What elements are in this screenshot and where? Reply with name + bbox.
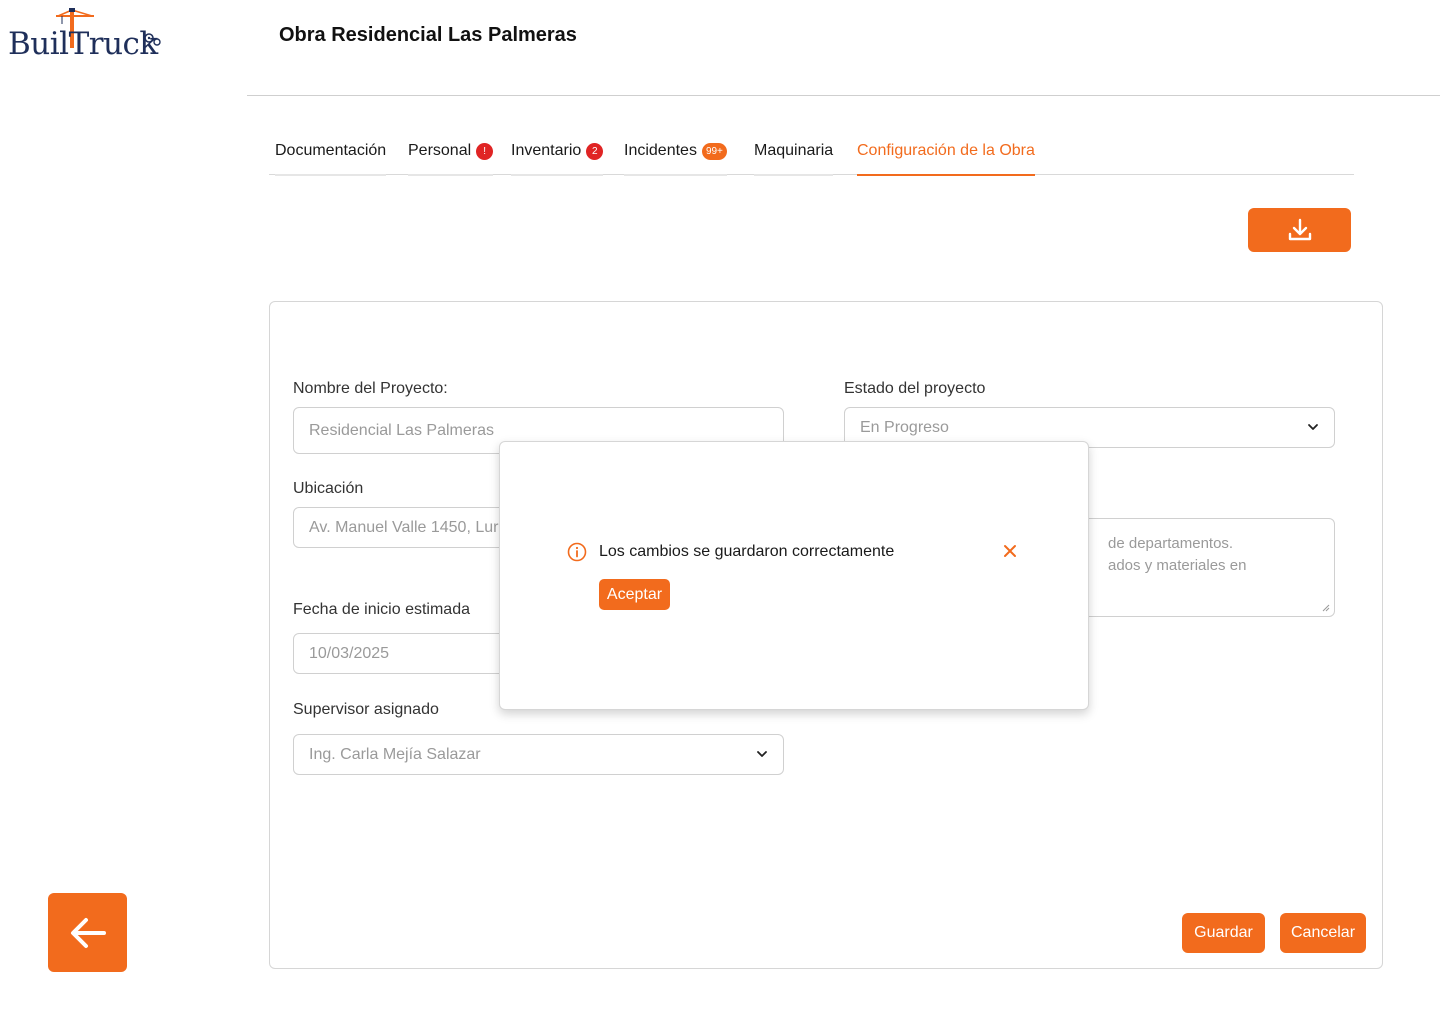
accept-button[interactable]: Aceptar xyxy=(599,579,670,610)
back-button[interactable] xyxy=(48,893,127,972)
gears-icon xyxy=(144,33,161,46)
cancel-button[interactable]: Cancelar xyxy=(1280,913,1366,953)
count-badge: 99+ xyxy=(701,143,727,160)
tab-configuracion[interactable]: Configuración de la Obra xyxy=(857,135,1035,176)
start-date-label: Fecha de inicio estimada xyxy=(293,601,470,618)
tab-bar: Documentación Personal ! Inventario 2 In… xyxy=(269,135,1354,176)
location-value: Av. Manuel Valle 1450, Lur xyxy=(309,518,499,536)
tab-personal[interactable]: Personal ! xyxy=(408,135,494,176)
tab-label: Incidentes xyxy=(624,142,697,159)
supervisor-select[interactable]: Ing. Carla Mejía Salazar xyxy=(293,734,784,775)
tab-incidentes[interactable]: Incidentes 99+ xyxy=(624,135,727,176)
download-button[interactable] xyxy=(1248,208,1351,252)
download-icon xyxy=(1288,218,1311,241)
app-logo: BuilTruck xyxy=(8,8,168,68)
tab-label: Documentación xyxy=(275,142,387,159)
page-title: Obra Residencial Las Palmeras xyxy=(279,24,577,46)
project-name-value: Residencial Las Palmeras xyxy=(309,421,494,439)
tab-inventario[interactable]: Inventario 2 xyxy=(511,135,604,176)
count-badge: 2 xyxy=(586,143,604,160)
success-dialog: Los cambios se guardaron correctamente A… xyxy=(499,441,1089,710)
supervisor-value: Ing. Carla Mejía Salazar xyxy=(309,745,481,763)
location-label: Ubicación xyxy=(293,480,364,497)
save-button[interactable]: Guardar xyxy=(1182,913,1265,953)
supervisor-label: Supervisor asignado xyxy=(293,701,439,718)
alert-badge: ! xyxy=(476,143,494,160)
tab-label: Inventario xyxy=(511,142,582,159)
close-icon[interactable] xyxy=(1002,543,1018,559)
tab-label: Configuración de la Obra xyxy=(857,142,1035,159)
tab-label: Personal xyxy=(408,142,472,159)
status-label: Estado del proyecto xyxy=(844,380,986,397)
tab-maquinaria[interactable]: Maquinaria xyxy=(754,135,834,176)
chevron-down-icon xyxy=(1308,424,1318,430)
resize-handle-icon[interactable] xyxy=(1322,604,1330,612)
header-divider xyxy=(247,95,1440,96)
arrow-left-icon xyxy=(70,917,106,948)
info-icon xyxy=(567,542,587,562)
tab-label: Maquinaria xyxy=(754,142,834,159)
project-name-label: Nombre del Proyecto: xyxy=(293,380,448,397)
tab-documentacion[interactable]: Documentación xyxy=(275,135,387,176)
status-value: En Progreso xyxy=(860,418,949,436)
dialog-message: Los cambios se guardaron correctamente xyxy=(599,543,895,560)
start-date-value: 10/03/2025 xyxy=(309,644,390,662)
logo-wordmark: BuilTruck xyxy=(8,26,158,62)
chevron-down-icon xyxy=(757,751,767,757)
